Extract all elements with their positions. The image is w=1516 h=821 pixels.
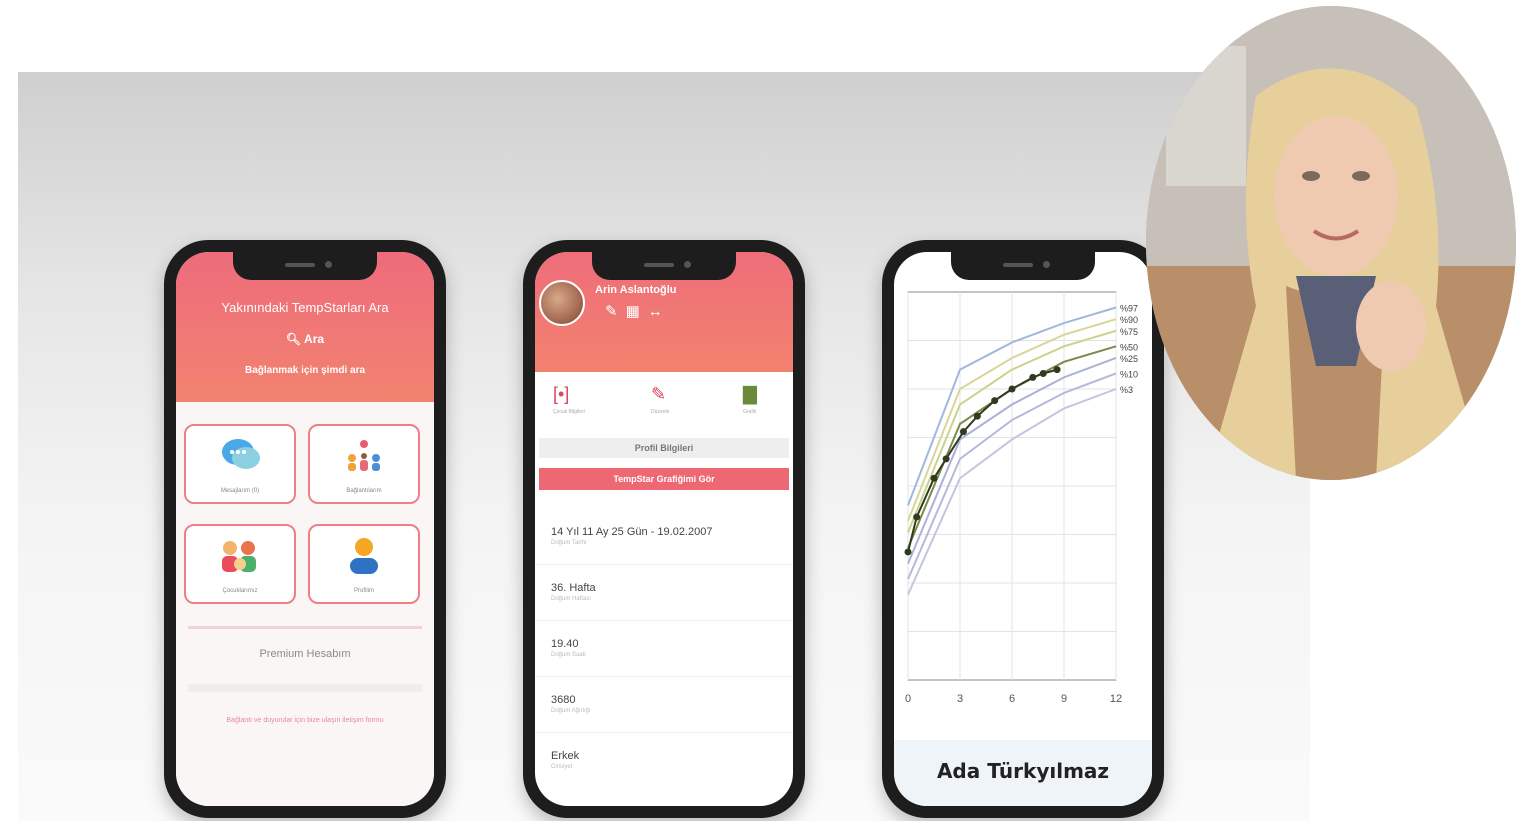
phone-search-screen: Yakınındaki TempStarları Ara 🔍︎ Ara Bağl… xyxy=(176,252,434,806)
tab-child-info-label: Çocuk Bilgileri xyxy=(553,409,585,415)
measurement-point xyxy=(1053,366,1061,374)
family-icon[interactable]: ↔ xyxy=(648,303,671,320)
birth-week-caption: Doğum Haftası xyxy=(551,596,592,602)
phone-search: Yakınındaki TempStarları Ara 🔍︎ Ara Bağl… xyxy=(164,240,446,818)
tab-child-info[interactable]: [•] Çocuk Bilgileri xyxy=(553,384,585,415)
search-title: Yakınındaki TempStarları Ara xyxy=(221,300,389,315)
menu-area: Mesajlarım (0) Bağlantılarım Çocuklarımı… xyxy=(176,402,434,806)
tab-edit[interactable]: ✎ Düzenle xyxy=(651,384,669,415)
birth-weight-row: 3680 Doğum Ağırlığı xyxy=(551,694,783,714)
gender-caption: Cinsiyet xyxy=(551,764,573,770)
measurement-point xyxy=(904,548,912,556)
contact-footer-text[interactable]: Bağlantı ve duyurular için bize ulaşın i… xyxy=(196,715,414,727)
tile-children[interactable]: Çocuklarımız xyxy=(184,524,296,604)
chart-x-tick-label: 3 xyxy=(957,693,963,705)
tile-messages-label: Mesajlarım (0) xyxy=(220,488,260,494)
group-connection-icon xyxy=(342,436,386,482)
birth-weight-value: 3680 xyxy=(551,694,576,706)
tab-edit-label: Düzenle xyxy=(651,409,670,415)
children-icon xyxy=(216,536,264,584)
phone-notch xyxy=(951,252,1095,280)
row-separator xyxy=(535,620,793,621)
birth-weight-caption: Doğum Ağırlığı xyxy=(551,708,591,714)
avatar[interactable] xyxy=(539,280,585,326)
edit-icon[interactable]: ✎ xyxy=(605,303,626,320)
birth-date-caption: Doğum Tarihi xyxy=(551,540,587,546)
birth-date-value: 14 Yıl 11 Ay 25 Gün - 19.02.2007 xyxy=(551,526,713,538)
growth-chart: 0 3 6 9 12 %97%90 %75 %50 %25 %10 %3 xyxy=(904,291,1138,705)
phone-growth-chart: 0 3 6 9 12 %97 %90 %75 %50 %25 %10 %3 Ada Türkyılma… xyxy=(882,240,1164,818)
search-button[interactable]: 🔍︎ Ara xyxy=(176,332,434,346)
birth-time-value: 19.40 xyxy=(551,638,579,650)
profile-name: Arin Aslantoğlu xyxy=(595,284,677,296)
birth-time-caption: Doğum Saati xyxy=(551,652,586,658)
gender-value: Erkek xyxy=(551,750,580,762)
row-separator xyxy=(535,676,793,677)
tile-profile[interactable]: Profilim xyxy=(308,524,420,604)
tab-chart[interactable]: ▇ Grafik xyxy=(743,384,757,415)
profile-info-header: Profil Bilgileri xyxy=(539,438,789,458)
tile-profile-label: Profilim xyxy=(353,588,374,594)
calendar-icon[interactable]: ▦ xyxy=(626,303,648,320)
premium-account-link[interactable]: Premium Hesabım xyxy=(176,648,434,660)
phone-profile-screen: Arin Aslantoğlu ✎▦↔ [•] Çocuk Bilgileri … xyxy=(535,252,793,806)
measurement-point xyxy=(959,428,967,436)
measurement-point xyxy=(913,513,921,521)
person-portrait-photo xyxy=(1146,6,1516,480)
phone-growth-chart-screen: 0 3 6 9 12 %97 %90 %75 %50 %25 %10 %3 Ada Türkyılma… xyxy=(894,252,1152,806)
calendar-icon: [•] xyxy=(553,384,570,404)
tile-messages[interactable]: Mesajlarım (0) xyxy=(184,424,296,504)
percentile-label: %97 xyxy=(1120,304,1138,314)
birth-time-row: 19.40 Doğum Saati xyxy=(551,638,783,658)
gender-row: Erkek Cinsiyet xyxy=(551,750,783,770)
birth-week-row: 36. Hafta Doğum Haftası xyxy=(551,582,783,602)
person-icon xyxy=(344,536,384,584)
view-graph-button[interactable]: TempStar Grafiğimi Gör xyxy=(539,468,789,490)
search-button-label: Ara xyxy=(304,332,325,346)
birth-week-value: 36. Hafta xyxy=(551,582,596,594)
profile-tab-bar: [•] Çocuk Bilgileri ✎ Düzenle ▇ Grafik xyxy=(535,372,793,432)
divider xyxy=(188,684,422,692)
chat-bubbles-icon xyxy=(218,436,262,482)
tile-connections-label: Bağlantılarım xyxy=(346,488,382,494)
measurement-point xyxy=(1039,369,1047,377)
tile-children-label: Çocuklarımız xyxy=(222,588,258,594)
phone-profile: Arin Aslantoğlu ✎▦↔ [•] Çocuk Bilgileri … xyxy=(523,240,805,818)
measurement-point xyxy=(973,412,981,420)
measurement-point xyxy=(930,474,938,482)
row-separator xyxy=(535,732,793,733)
phone-notch xyxy=(592,252,736,280)
measurement-point xyxy=(1029,373,1037,381)
pencil-icon: ✎ xyxy=(651,384,667,404)
tab-chart-label: Grafik xyxy=(743,409,757,415)
bar-chart-icon: ▇ xyxy=(743,384,757,404)
child-name: Ada Türkyılmaz xyxy=(894,740,1152,806)
tile-connections[interactable]: Bağlantılarım xyxy=(308,424,420,504)
chart-x-tick-label: 9 xyxy=(1061,693,1067,705)
search-icon: 🔍︎ xyxy=(285,332,302,346)
measurement-point xyxy=(942,455,950,463)
percentile-label: %10 xyxy=(1120,369,1138,379)
percentile-label: %50 xyxy=(1120,342,1138,352)
percentile-label: %90 xyxy=(1120,315,1138,325)
percentile-label: %75 xyxy=(1120,327,1138,337)
measurement-point xyxy=(991,397,999,405)
birth-date-row: 14 Yıl 11 Ay 25 Gün - 19.02.2007 Doğum T… xyxy=(551,526,783,546)
row-separator xyxy=(535,564,793,565)
chart-x-tick-label: 12 xyxy=(1110,693,1122,705)
chart-x-tick-label: 6 xyxy=(1009,693,1015,705)
phone-notch xyxy=(233,252,377,280)
chart-x-tick-label: 0 xyxy=(905,693,911,705)
search-subtitle: Bağlanmak için şimdi ara xyxy=(244,365,366,376)
divider xyxy=(188,626,422,629)
measurement-point xyxy=(1008,385,1016,393)
percentile-label: %25 xyxy=(1120,354,1138,364)
profile-action-icons: ✎▦↔ xyxy=(605,302,671,320)
percentile-label: %3 xyxy=(1120,385,1133,395)
